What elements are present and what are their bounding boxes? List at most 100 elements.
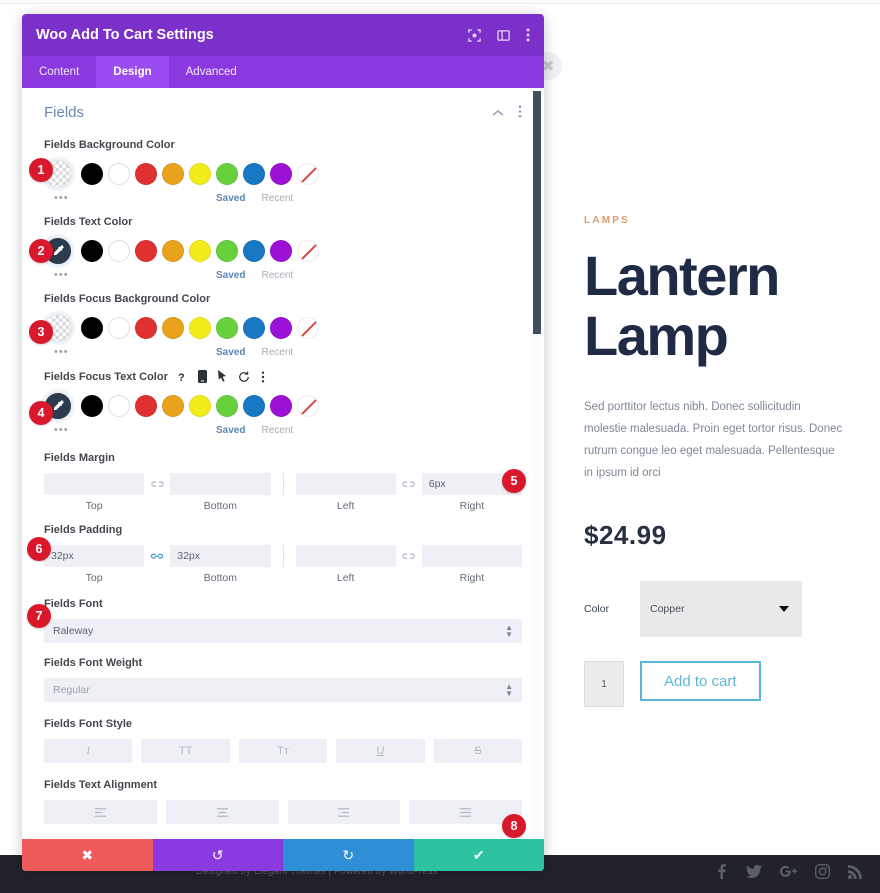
rss-icon[interactable] xyxy=(848,864,862,884)
uppercase-button[interactable]: TT xyxy=(141,739,230,763)
swatch-red[interactable] xyxy=(135,395,157,417)
add-to-cart-button[interactable]: Add to cart xyxy=(640,661,761,701)
palette-more-icon[interactable]: ••• xyxy=(44,424,216,436)
redo-button[interactable]: ↻ xyxy=(283,839,414,871)
tab-design[interactable]: Design xyxy=(96,56,169,88)
swatch-red[interactable] xyxy=(135,163,157,185)
swatch-green[interactable] xyxy=(216,163,238,185)
swatch-blue[interactable] xyxy=(243,317,265,339)
tab-advanced[interactable]: Advanced xyxy=(169,56,254,88)
swatch-black[interactable] xyxy=(81,163,103,185)
align-left-button[interactable] xyxy=(44,800,157,824)
padding-grid: Top Bottom xyxy=(44,545,522,584)
recent-tab[interactable]: Recent xyxy=(261,193,293,204)
font-select[interactable]: Raleway ▲ ▼ xyxy=(44,619,522,643)
swatch-white[interactable] xyxy=(108,317,130,339)
panel-scrollbar[interactable] xyxy=(533,88,541,839)
margin-top-input[interactable] xyxy=(44,473,145,495)
saved-tab[interactable]: Saved xyxy=(216,425,245,436)
color-palette: ••• Saved Recent xyxy=(44,160,522,206)
swatch-red[interactable] xyxy=(135,317,157,339)
swatch-black[interactable] xyxy=(81,395,103,417)
swatch-none[interactable] xyxy=(297,163,319,185)
recent-tab[interactable]: Recent xyxy=(261,270,293,281)
twitter-icon[interactable] xyxy=(746,864,762,884)
saved-tab[interactable]: Saved xyxy=(216,270,245,281)
swatch-orange[interactable] xyxy=(162,163,184,185)
swatch-blue[interactable] xyxy=(243,240,265,262)
saved-tab[interactable]: Saved xyxy=(216,347,245,358)
swatch-white[interactable] xyxy=(108,240,130,262)
layout-icon[interactable] xyxy=(497,29,510,42)
palette-more-icon[interactable]: ••• xyxy=(44,192,216,204)
align-center-button[interactable] xyxy=(165,800,279,824)
callout-badge-6: 6 xyxy=(27,537,51,561)
tab-content[interactable]: Content xyxy=(22,56,96,88)
target-icon[interactable] xyxy=(468,28,481,42)
swatch-green[interactable] xyxy=(216,240,238,262)
mobile-icon[interactable] xyxy=(197,370,207,383)
swatch-none[interactable] xyxy=(297,317,319,339)
modal-title: Woo Add To Cart Settings xyxy=(36,27,214,43)
facebook-icon[interactable] xyxy=(715,864,728,884)
margin-bottom-input[interactable] xyxy=(170,473,271,495)
swatch-orange[interactable] xyxy=(162,240,184,262)
section-more-vertical-icon[interactable] xyxy=(518,105,522,121)
padding-left-input[interactable] xyxy=(295,545,396,567)
swatch-purple[interactable] xyxy=(270,163,292,185)
undo-button[interactable]: ↺ xyxy=(152,839,283,871)
link-icon[interactable] xyxy=(396,473,422,495)
align-right-button[interactable] xyxy=(287,800,401,824)
swatch-purple[interactable] xyxy=(270,240,292,262)
swatch-black[interactable] xyxy=(81,317,103,339)
padding-top-input[interactable] xyxy=(44,545,145,567)
swatch-white[interactable] xyxy=(108,395,130,417)
swatch-green[interactable] xyxy=(216,317,238,339)
quantity-input[interactable]: 1 xyxy=(584,661,624,707)
instagram-icon[interactable] xyxy=(815,864,830,884)
padding-right-input[interactable] xyxy=(421,545,522,567)
color-select[interactable]: Copper xyxy=(640,581,802,637)
swatch-white[interactable] xyxy=(108,163,130,185)
swatch-purple[interactable] xyxy=(270,395,292,417)
more-vertical-icon[interactable] xyxy=(526,28,530,42)
swatch-orange[interactable] xyxy=(162,317,184,339)
swatch-purple[interactable] xyxy=(270,317,292,339)
palette-more-icon[interactable]: ••• xyxy=(44,269,216,281)
cursor-icon[interactable] xyxy=(217,370,227,383)
help-icon[interactable]: ? xyxy=(178,371,187,383)
font-weight-select[interactable]: Regular ▲ ▼ xyxy=(44,678,522,702)
recent-tab[interactable]: Recent xyxy=(261,347,293,358)
strikethrough-button[interactable]: S xyxy=(433,739,523,763)
save-button[interactable]: ✔ xyxy=(413,839,544,871)
link-icon-active[interactable] xyxy=(144,545,170,567)
swatch-none[interactable] xyxy=(297,240,319,262)
more-vertical-icon[interactable] xyxy=(261,371,265,383)
small-caps-button[interactable]: Tᴛ xyxy=(238,739,328,763)
cancel-button[interactable]: ✖ xyxy=(22,839,153,871)
swatch-yellow[interactable] xyxy=(189,317,211,339)
google-plus-icon[interactable] xyxy=(780,864,798,884)
swatch-yellow[interactable] xyxy=(189,240,211,262)
underline-button[interactable]: U xyxy=(336,739,425,763)
swatch-blue[interactable] xyxy=(243,163,265,185)
padding-bottom-input[interactable] xyxy=(170,545,271,567)
saved-tab[interactable]: Saved xyxy=(216,193,245,204)
swatch-orange[interactable] xyxy=(162,395,184,417)
swatch-yellow[interactable] xyxy=(189,163,211,185)
scrollbar-thumb[interactable] xyxy=(533,91,541,334)
reset-icon[interactable] xyxy=(238,371,250,383)
margin-left-input[interactable] xyxy=(295,473,396,495)
swatch-none[interactable] xyxy=(297,395,319,417)
palette-more-icon[interactable]: ••• xyxy=(44,346,216,358)
recent-tab[interactable]: Recent xyxy=(261,425,293,436)
italic-button[interactable]: I xyxy=(44,739,133,763)
swatch-red[interactable] xyxy=(135,240,157,262)
chevron-up-icon[interactable] xyxy=(492,106,504,120)
link-icon[interactable] xyxy=(144,473,170,495)
swatch-blue[interactable] xyxy=(243,395,265,417)
link-icon[interactable] xyxy=(396,545,422,567)
swatch-green[interactable] xyxy=(216,395,238,417)
swatch-yellow[interactable] xyxy=(189,395,211,417)
swatch-black[interactable] xyxy=(81,240,103,262)
